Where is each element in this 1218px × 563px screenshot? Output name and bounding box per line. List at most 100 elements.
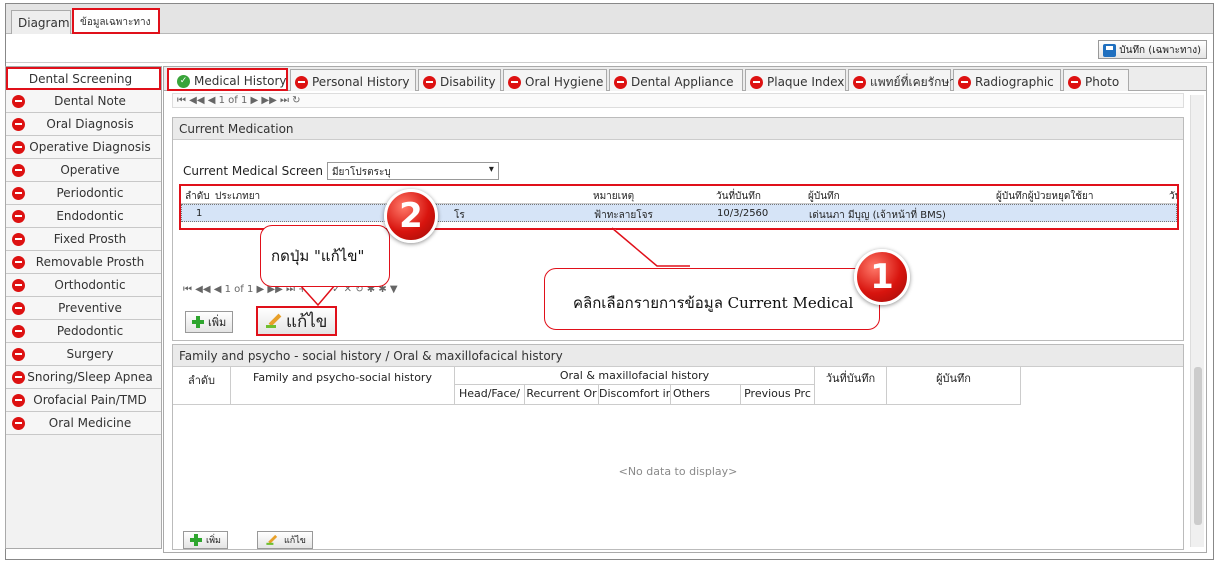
fh-sub-head-face: Head/Face/ bbox=[455, 385, 525, 405]
save-disk-icon bbox=[1103, 44, 1117, 57]
incomplete-status-icon bbox=[12, 278, 25, 292]
fh-sub-recurrent: Recurrent Or bbox=[525, 385, 599, 405]
sidebar-item-fixed-prosth[interactable]: Fixed Prosth bbox=[6, 228, 161, 251]
toolbar: บันทึก (เฉพาะทาง) bbox=[6, 35, 1213, 63]
tab-label: Radiographic bbox=[975, 75, 1054, 89]
current-medical-screen-select[interactable]: มียาโปรตระบุ bbox=[326, 162, 499, 180]
add-family-history-button[interactable]: เพิ่ม bbox=[183, 531, 228, 549]
col-stop-date: วัน bbox=[1169, 191, 1177, 202]
instruction-callout-2: กดปุ่ม "แก้ไข" bbox=[260, 225, 390, 287]
sidebar-item-dental-screening[interactable]: Dental Screening bbox=[6, 67, 161, 90]
sidebar-item-snoring-sleep-apnea[interactable]: Snoring/Sleep Apnea bbox=[6, 366, 161, 389]
nav-arrows-icon[interactable]: ⏮ ◀◀ ◀ bbox=[177, 95, 219, 106]
fh-col-family: Family and psycho-social history bbox=[231, 367, 455, 405]
sidebar-item-label: Endodontic bbox=[56, 209, 124, 223]
incomplete-status-icon bbox=[12, 416, 25, 430]
incomplete-status-icon bbox=[12, 370, 25, 384]
sidebar-item-label: Oral Medicine bbox=[48, 416, 132, 430]
fh-sub-discomfort: Discomfort ir bbox=[599, 385, 671, 405]
family-history-group: Family and psycho - social history / Ora… bbox=[172, 344, 1184, 550]
tab-oral-hygiene[interactable]: Oral Hygiene bbox=[503, 69, 607, 91]
incomplete-status-icon bbox=[750, 75, 763, 89]
save-specialty-button[interactable]: บันทึก (เฉพาะทาง) bbox=[1098, 40, 1207, 59]
sidebar-item-label: Removable Prosth bbox=[35, 255, 145, 269]
tab-diagram[interactable]: Diagram bbox=[11, 10, 71, 34]
history-tab-bar: ✓ Medical History Personal History Disabili… bbox=[164, 67, 1206, 91]
tab-label: Plaque Index bbox=[767, 75, 845, 89]
fh-col-oral: Oral & maxillofacial history bbox=[455, 367, 815, 385]
sidebar-item-orofacial-pain-tmd[interactable]: Orofacial Pain/TMD bbox=[6, 389, 161, 412]
tab-dental-appliance[interactable]: Dental Appliance bbox=[609, 69, 743, 91]
sidebar-item-label: Dental Screening bbox=[28, 71, 133, 86]
tab-label: Medical History bbox=[194, 74, 287, 88]
tab-label: Disability bbox=[440, 75, 496, 89]
add-medication-label: เพิ่ม bbox=[208, 316, 227, 329]
col-date: วันที่บันทึก bbox=[716, 191, 761, 202]
current-medical-screen-label: Current Medical Screen bbox=[183, 164, 323, 178]
edit-medication-label: แก้ไข bbox=[286, 311, 328, 332]
row-note: ฟ้าทะลายโจร bbox=[594, 210, 653, 221]
tab-medical-history[interactable]: ✓ Medical History bbox=[167, 68, 288, 91]
sidebar-item-label: Surgery bbox=[66, 347, 114, 361]
incomplete-status-icon bbox=[12, 209, 25, 223]
row-no: 1 bbox=[196, 208, 203, 219]
sidebar-item-endodontic[interactable]: Endodontic bbox=[6, 205, 161, 228]
incomplete-status-icon bbox=[614, 75, 627, 89]
fh-col-no: ลำดับ bbox=[173, 367, 231, 405]
sidebar-item-operative-diagnosis[interactable]: Operative Diagnosis bbox=[6, 136, 161, 159]
plus-icon bbox=[192, 316, 204, 328]
instruction-callout-1: คลิกเลือกรายการข้อมูล Current Medical bbox=[544, 268, 880, 330]
row-recorder: เด่นนภา มีบุญ (เจ้าหน้าที่ BMS) bbox=[809, 210, 946, 221]
pencil-icon bbox=[266, 313, 282, 329]
sidebar-item-label: Orthodontic bbox=[54, 278, 126, 292]
incomplete-status-icon bbox=[958, 75, 971, 89]
fh-col-recorder: ผู้บันทึก bbox=[887, 367, 1021, 405]
incomplete-status-icon bbox=[12, 186, 25, 200]
edit-medication-button[interactable]: แก้ไข bbox=[256, 306, 338, 336]
tab-plaque-index[interactable]: Plaque Index bbox=[745, 69, 846, 91]
step-1-badge: 1 bbox=[854, 249, 910, 305]
sidebar-item-preventive[interactable]: Preventive bbox=[6, 297, 161, 320]
tab-specialty-data[interactable]: ข้อมูลเฉพาะทาง bbox=[72, 8, 160, 34]
col-note: หมายเหตุ bbox=[593, 191, 635, 202]
table-row[interactable]: 1 โร ฟ้าทะลายโจร 10/3/2560 เด่นนภา มีบุญ… bbox=[181, 204, 1177, 222]
current-medical-screen-value: มียาโปรตระบุ bbox=[331, 167, 391, 178]
sidebar-item-label: Orofacial Pain/TMD bbox=[33, 393, 147, 407]
add-medication-button[interactable]: เพิ่ม bbox=[185, 311, 234, 333]
sidebar-item-orthodontic[interactable]: Orthodontic bbox=[6, 274, 161, 297]
sidebar-item-periodontic[interactable]: Periodontic bbox=[6, 182, 161, 205]
medication-pager-text: 1 of 1 bbox=[224, 284, 254, 295]
add-family-label: เพิ่ม bbox=[206, 536, 221, 546]
tab-personal-history[interactable]: Personal History bbox=[290, 69, 416, 91]
sidebar-item-oral-diagnosis[interactable]: Oral Diagnosis bbox=[6, 113, 161, 136]
tab-photo[interactable]: Photo bbox=[1063, 69, 1129, 91]
sidebar-item-oral-medicine[interactable]: Oral Medicine bbox=[6, 412, 161, 435]
tab-radiographic[interactable]: Radiographic bbox=[953, 69, 1061, 91]
tab-previous-dentist[interactable]: แพทย์ที่เคยรักษา bbox=[848, 69, 956, 91]
specialty-sidebar: Dental Screening Dental Note Oral Diagnosi… bbox=[5, 66, 162, 549]
tab-label: Dental Appliance bbox=[631, 75, 734, 89]
save-button-label: บันทึก (เฉพาะทาง) bbox=[1119, 45, 1201, 56]
vertical-scrollbar[interactable] bbox=[1190, 95, 1204, 547]
top-record-navigator[interactable]: ⏮ ◀◀ ◀ 1 of 1 ▶ ▶▶ ⏭ ↻ bbox=[172, 93, 1184, 108]
medication-grid: ลำดับ ประเภทยา หมายเหตุ วันที่บันทึก ผู้… bbox=[179, 184, 1179, 230]
plus-icon bbox=[190, 534, 202, 546]
nav-forward-icon[interactable]: ▶ ▶▶ ⏭ ↻ bbox=[247, 95, 301, 106]
incomplete-status-icon bbox=[12, 324, 25, 338]
row-date: 10/3/2560 bbox=[717, 208, 769, 219]
current-medical-screen-row: Current Medical Screen มียาโปรตระบุ bbox=[183, 162, 499, 180]
edit-family-history-button[interactable]: แก้ไข bbox=[257, 531, 313, 549]
sidebar-item-operative[interactable]: Operative bbox=[6, 159, 161, 182]
incomplete-status-icon bbox=[12, 140, 25, 154]
medication-grid-header: ลำดับ ประเภทยา หมายเหตุ วันที่บันทึก ผู้… bbox=[181, 186, 1177, 204]
scrollbar-thumb[interactable] bbox=[1194, 367, 1202, 525]
sidebar-item-removable-prosth[interactable]: Removable Prosth bbox=[6, 251, 161, 274]
edit-family-label: แก้ไข bbox=[284, 536, 306, 546]
nav-first-icon[interactable]: ⏮ ◀◀ ◀ bbox=[183, 284, 225, 295]
incomplete-status-icon bbox=[12, 255, 25, 269]
sidebar-item-surgery[interactable]: Surgery bbox=[6, 343, 161, 366]
tab-disability[interactable]: Disability bbox=[418, 69, 501, 91]
sidebar-item-dental-note[interactable]: Dental Note bbox=[6, 90, 161, 113]
sidebar-item-pedodontic[interactable]: Pedodontic bbox=[6, 320, 161, 343]
fh-sub-others: Others bbox=[671, 385, 741, 405]
